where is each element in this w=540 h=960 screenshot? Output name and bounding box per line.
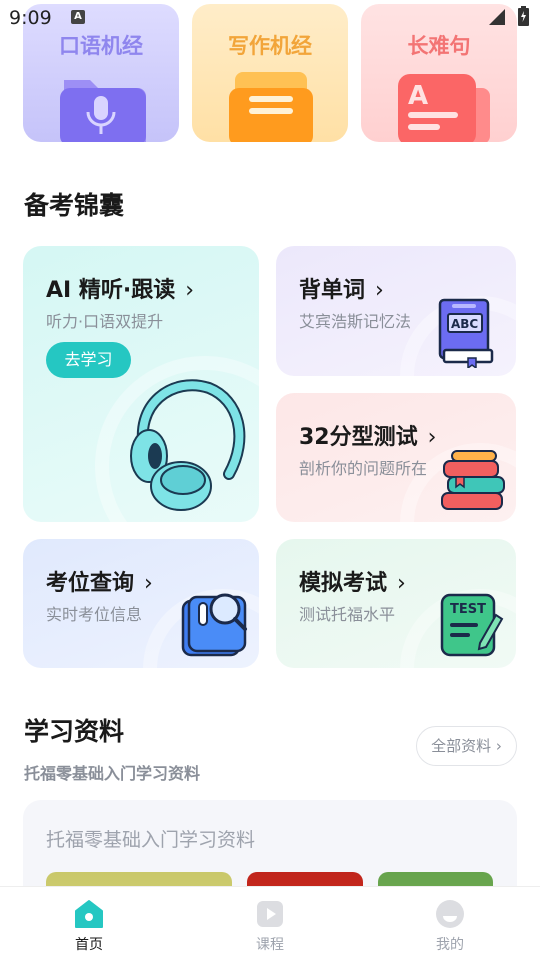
video-play-icon — [257, 901, 283, 927]
tab-me-label: 我的 — [436, 937, 464, 953]
card-ai-listening[interactable]: AI 精听·跟读 › 听力·口语双提升 去学习 — [23, 246, 259, 522]
go-study-button[interactable]: 去学习 — [46, 342, 131, 378]
chevron-right-icon: › — [144, 571, 153, 596]
status-time: 9:09 — [9, 7, 52, 29]
card-32-test-title-text: 32分型测试 — [299, 425, 418, 450]
profile-icon — [436, 900, 464, 928]
tab-course[interactable]: 课程 — [210, 887, 330, 960]
microphone-folder-icon — [60, 80, 146, 142]
signal-icon — [489, 9, 505, 25]
card-vocabulary[interactable]: 背单词 › 艾宾浩斯记忆法 ABC — [276, 246, 516, 376]
tab-me[interactable]: 我的 — [390, 887, 510, 960]
materials-box-title: 托福零基础入门学习资料 — [46, 829, 256, 851]
prep-section-title: 备考锦囊 — [24, 191, 125, 220]
card-vocabulary-title-text: 背单词 — [299, 278, 366, 303]
card-32-test-title: 32分型测试 › — [299, 419, 436, 451]
card-seat-subtitle: 实时考位信息 — [46, 605, 143, 624]
status-bar: 9:09 A — [0, 0, 540, 36]
card-mock-title: 模拟考试 › — [299, 565, 406, 597]
card-ai-title: AI 精听·跟读 › — [46, 272, 194, 304]
all-materials-button[interactable]: 全部资料 › — [416, 726, 517, 766]
headphones-icon — [130, 379, 246, 511]
card-seat-query[interactable]: 考位查询 › 实时考位信息 — [23, 539, 259, 668]
materials-section-title: 学习资料 — [24, 717, 125, 746]
search-document-icon — [181, 593, 247, 657]
svg-text:A: A — [408, 81, 428, 111]
card-mock-exam[interactable]: 模拟考试 › 测试托福水平 TEST — [276, 539, 516, 668]
tab-home[interactable]: 首页 — [29, 887, 149, 960]
abc-book-icon: ABC — [438, 298, 494, 368]
card-ai-title-text: AI 精听·跟读 — [46, 278, 176, 303]
document-folder-icon — [229, 72, 313, 142]
home-icon — [75, 900, 103, 928]
bottom-tab-bar: 首页 课程 我的 — [0, 886, 540, 960]
chevron-right-icon: › — [375, 278, 384, 303]
card-mock-subtitle: 测试托福水平 — [299, 605, 396, 624]
tab-home-label: 首页 — [75, 937, 103, 953]
card-vocabulary-subtitle: 艾宾浩斯记忆法 — [299, 312, 412, 331]
card-ai-subtitle: 听力·口语双提升 — [46, 312, 164, 331]
materials-subtitle: 托福零基础入门学习资料 — [24, 764, 201, 783]
home-page: 9:09 A 口语机经 写作机经 长难句 A 备考锦囊 AI 精听·跟读 › 听… — [0, 0, 540, 960]
chevron-right-icon: › — [397, 571, 406, 596]
card-32-test-subtitle: 剖析你的问题所在 — [299, 459, 428, 478]
card-mock-title-text: 模拟考试 — [299, 571, 388, 596]
tab-course-label: 课程 — [256, 937, 284, 953]
card-seat-title: 考位查询 › — [46, 565, 153, 597]
chevron-right-icon: › — [185, 278, 195, 303]
battery-icon — [518, 6, 529, 26]
test-paper-icon: TEST — [440, 593, 504, 657]
stacked-books-icon — [441, 450, 505, 510]
card-vocabulary-title: 背单词 › — [299, 272, 384, 304]
svg-text:ABC: ABC — [451, 317, 478, 331]
letter-a-document-icon: A — [398, 74, 490, 142]
card-seat-title-text: 考位查询 — [46, 571, 135, 596]
svg-text:TEST: TEST — [450, 602, 486, 617]
chevron-right-icon: › — [427, 425, 437, 450]
notification-a-icon: A — [71, 10, 85, 24]
card-32-type-test[interactable]: 32分型测试 › 剖析你的问题所在 — [276, 393, 516, 522]
